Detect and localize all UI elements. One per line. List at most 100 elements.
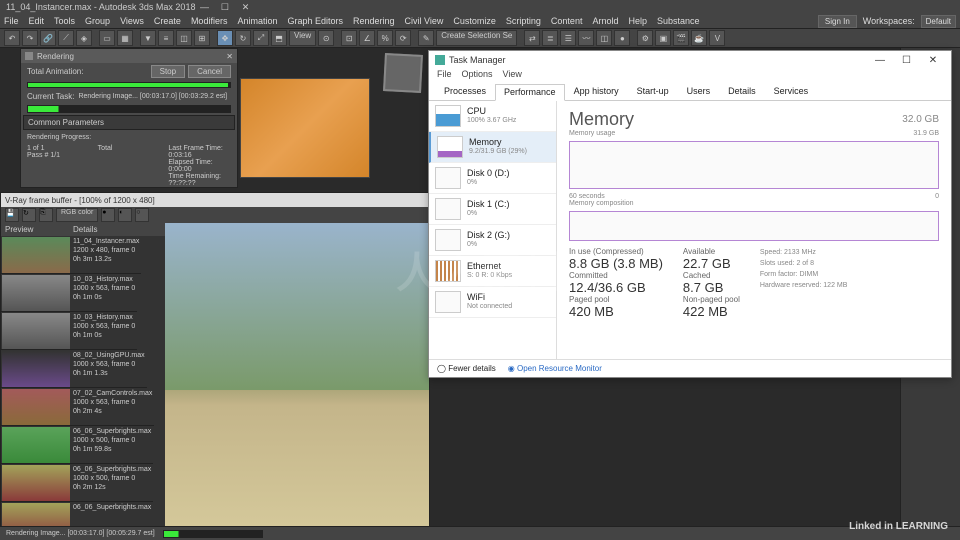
selection-set-dropdown[interactable]: Create Selection Se — [436, 30, 517, 46]
vray-titlebar[interactable]: V-Ray frame buffer - [100% of 1200 x 480… — [1, 193, 429, 207]
tab-services[interactable]: Services — [765, 83, 818, 100]
menu-grapheditors[interactable]: Graph Editors — [287, 16, 343, 26]
place-icon[interactable]: ⬒ — [271, 30, 287, 46]
side-cpu[interactable]: CPU100% 3.67 GHz — [429, 101, 556, 132]
copy-icon[interactable]: ⎘ — [39, 208, 53, 222]
menu-rendering[interactable]: Rendering — [353, 16, 395, 26]
close-button[interactable]: ✕ — [921, 55, 945, 66]
maximize-button[interactable]: ☐ — [216, 2, 234, 13]
link-icon[interactable]: 🔗 — [40, 30, 56, 46]
side-ethernet[interactable]: EthernetS: 0 R: 0 Kbps — [429, 256, 556, 287]
angle-snap-icon[interactable]: ∠ — [359, 30, 375, 46]
undo-icon[interactable]: ↶ — [4, 30, 20, 46]
menu-arnold[interactable]: Arnold — [592, 16, 618, 26]
workspaces-dropdown[interactable]: Default — [921, 15, 956, 28]
stop-button[interactable]: Stop — [151, 65, 185, 78]
vray-viewport[interactable] — [165, 223, 429, 527]
tab-apphistory[interactable]: App history — [565, 83, 628, 100]
menu-civilview[interactable]: Civil View — [405, 16, 444, 26]
history-item[interactable]: 10_03_History.max1000 x 563, frame 00h 1… — [1, 312, 137, 350]
mirror-icon[interactable]: ⇄ — [524, 30, 540, 46]
side-disk0[interactable]: Disk 0 (D:)0% — [429, 163, 556, 194]
taskman-titlebar[interactable]: Task Manager — ☐ ✕ — [429, 51, 951, 69]
select-region-icon[interactable]: ◫ — [176, 30, 192, 46]
reload-icon[interactable]: ↻ — [22, 208, 36, 222]
history-item[interactable]: 06_06_Superbrights.max1000 x 500, frame … — [1, 426, 153, 464]
menu-substance[interactable]: Substance — [657, 16, 700, 26]
render-setup-icon[interactable]: ⚙ — [637, 30, 653, 46]
history-item[interactable]: 10_03_History.max1000 x 563, frame 00h 1… — [1, 274, 137, 312]
viewcube[interactable] — [383, 53, 423, 93]
vray-icon[interactable]: V — [709, 30, 725, 46]
memory-composition-graph[interactable] — [569, 211, 939, 241]
tab-startup[interactable]: Start-up — [628, 83, 678, 100]
move-icon[interactable]: ✥ — [217, 30, 233, 46]
scale-icon[interactable]: ⤢ — [253, 30, 269, 46]
save-icon[interactable]: 💾 — [5, 208, 19, 222]
select-all-icon[interactable]: ▦ — [117, 30, 133, 46]
align-icon[interactable]: ≣ — [542, 30, 558, 46]
menu-scripting[interactable]: Scripting — [506, 16, 541, 26]
select-name-icon[interactable]: ≡ — [158, 30, 174, 46]
side-disk1[interactable]: Disk 1 (C:)0% — [429, 194, 556, 225]
pivot-icon[interactable]: ⊙ — [318, 30, 334, 46]
refcoord-dropdown[interactable]: View — [289, 30, 316, 46]
menu-views[interactable]: Views — [120, 16, 144, 26]
select-filter-icon[interactable]: ▼ — [140, 30, 156, 46]
tab-details[interactable]: Details — [719, 83, 765, 100]
material-icon[interactable]: ● — [614, 30, 630, 46]
render-frame-icon[interactable]: ▣ — [655, 30, 671, 46]
rgb-icon[interactable]: ● — [101, 208, 115, 222]
rendering-dialog-titlebar[interactable]: Rendering ✕ — [21, 49, 237, 63]
history-item[interactable]: 07_02_CamControls.max1000 x 563, frame 0… — [1, 388, 154, 426]
layers-icon[interactable]: ☰ — [560, 30, 576, 46]
menu-content[interactable]: Content — [551, 16, 583, 26]
menu-animation[interactable]: Animation — [237, 16, 277, 26]
history-item[interactable]: 11_04_Instancer.max1200 x 480, frame 00h… — [1, 236, 141, 274]
spinner-snap-icon[interactable]: ⟳ — [395, 30, 411, 46]
minimize-button[interactable]: — — [195, 2, 213, 12]
close-icon[interactable]: ✕ — [226, 52, 233, 61]
snap-icon[interactable]: ⊡ — [341, 30, 357, 46]
render-icon[interactable]: 🎬 — [673, 30, 689, 46]
tab-processes[interactable]: Processes — [435, 83, 495, 100]
menu-create[interactable]: Create — [154, 16, 181, 26]
menu-file[interactable]: File — [4, 16, 19, 26]
unlink-icon[interactable]: ⟋ — [58, 30, 74, 46]
tm-menu-view[interactable]: View — [503, 69, 522, 83]
common-parameters-header[interactable]: Common Parameters — [28, 118, 104, 127]
teapot-icon[interactable]: ☕ — [691, 30, 707, 46]
menu-group[interactable]: Group — [85, 16, 110, 26]
bind-icon[interactable]: ◈ — [76, 30, 92, 46]
window-crossing-icon[interactable]: ⊞ — [194, 30, 210, 46]
menu-edit[interactable]: Edit — [29, 16, 45, 26]
fewer-details-link[interactable]: ◯ Fewer details — [437, 364, 496, 373]
side-disk2[interactable]: Disk 2 (G:)0% — [429, 225, 556, 256]
mono-icon[interactable]: ○ — [135, 208, 149, 222]
redo-icon[interactable]: ↷ — [22, 30, 38, 46]
select-icon[interactable]: ▭ — [99, 30, 115, 46]
tab-users[interactable]: Users — [678, 83, 720, 100]
minimize-button[interactable]: — — [868, 55, 892, 66]
resource-monitor-link[interactable]: ◉ Open Resource Monitor — [508, 364, 602, 373]
maximize-button[interactable]: ☐ — [894, 55, 918, 66]
history-item[interactable]: 08_02_UsingGPU.max1000 x 563, frame 00h … — [1, 350, 147, 388]
menu-modifiers[interactable]: Modifiers — [191, 16, 228, 26]
menu-tools[interactable]: Tools — [54, 16, 75, 26]
side-memory[interactable]: Memory9.2/31.9 GB (29%) — [429, 132, 556, 163]
edit-selection-icon[interactable]: ✎ — [418, 30, 434, 46]
tab-performance[interactable]: Performance — [495, 84, 565, 101]
side-wifi[interactable]: WiFiNot connected — [429, 287, 556, 318]
history-item[interactable]: 06_06_Superbrights.max — [1, 502, 153, 527]
rotate-icon[interactable]: ↻ — [235, 30, 251, 46]
signin-button[interactable]: Sign In — [818, 15, 857, 28]
menu-help[interactable]: Help — [628, 16, 647, 26]
tm-menu-file[interactable]: File — [437, 69, 452, 83]
alpha-icon[interactable]: ◐ — [118, 208, 132, 222]
tm-menu-options[interactable]: Options — [462, 69, 493, 83]
channel-dropdown[interactable]: RGB color — [56, 208, 98, 222]
schematic-icon[interactable]: ◫ — [596, 30, 612, 46]
menu-customize[interactable]: Customize — [453, 16, 496, 26]
cancel-button[interactable]: Cancel — [188, 65, 231, 78]
memory-usage-graph[interactable] — [569, 141, 939, 189]
